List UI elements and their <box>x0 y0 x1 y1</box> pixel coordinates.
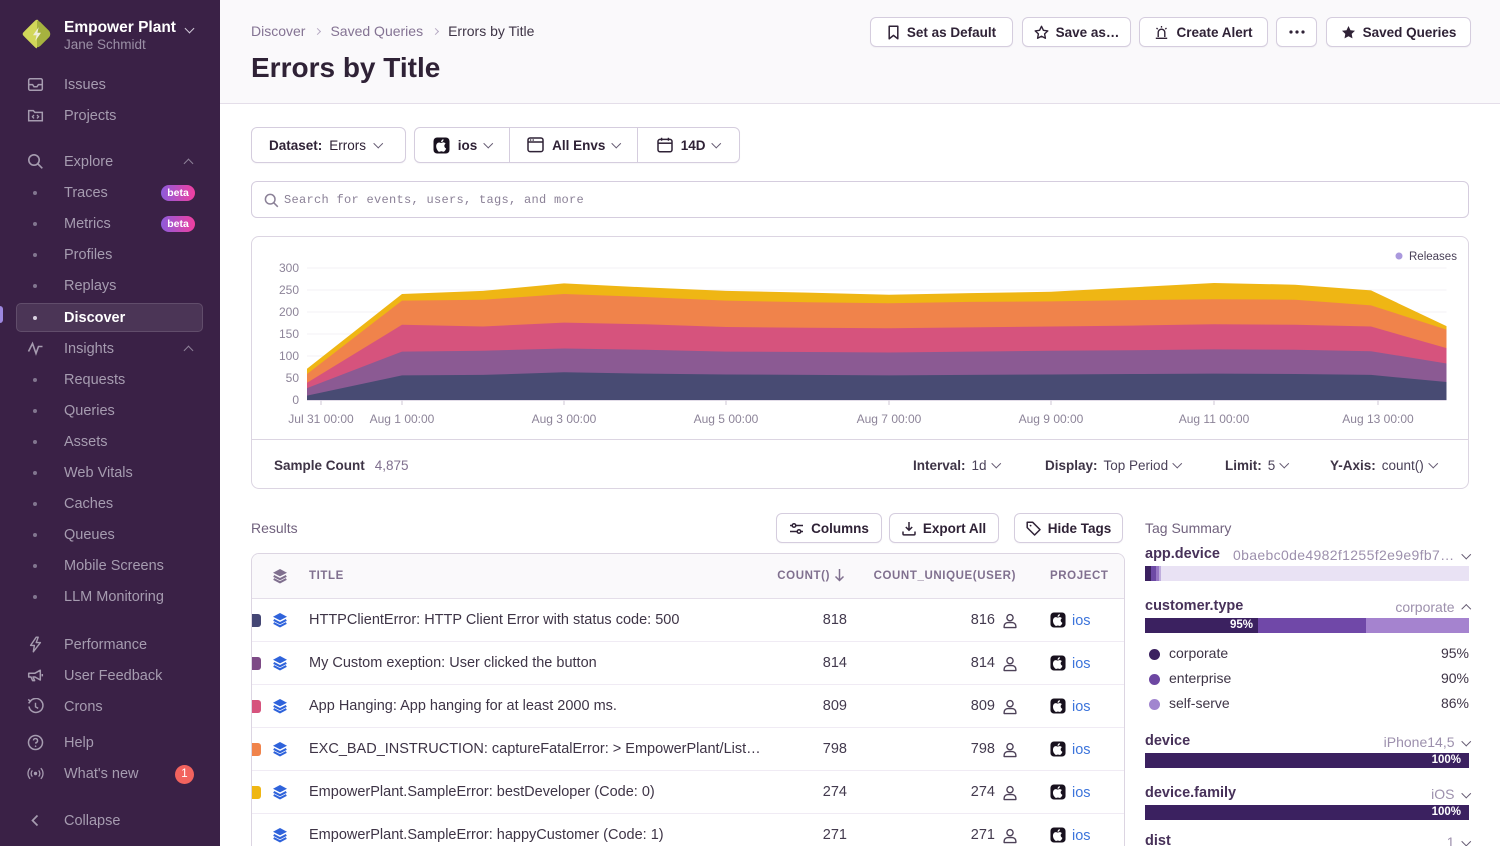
svg-text:Aug 9 00:00: Aug 9 00:00 <box>1019 412 1084 426</box>
svg-text:50: 50 <box>286 371 300 385</box>
svg-text:200: 200 <box>279 305 299 319</box>
svg-text:Jul 31 00:00: Jul 31 00:00 <box>288 412 354 426</box>
svg-text:Aug 1 00:00: Aug 1 00:00 <box>370 412 435 426</box>
svg-text:150: 150 <box>279 327 299 341</box>
svg-text:Aug 5 00:00: Aug 5 00:00 <box>694 412 759 426</box>
svg-text:100: 100 <box>279 349 299 363</box>
svg-text:250: 250 <box>279 283 299 297</box>
svg-text:Aug 3 00:00: Aug 3 00:00 <box>532 412 597 426</box>
svg-text:Aug 7 00:00: Aug 7 00:00 <box>857 412 922 426</box>
svg-text:0: 0 <box>292 393 299 407</box>
svg-text:300: 300 <box>279 261 299 275</box>
